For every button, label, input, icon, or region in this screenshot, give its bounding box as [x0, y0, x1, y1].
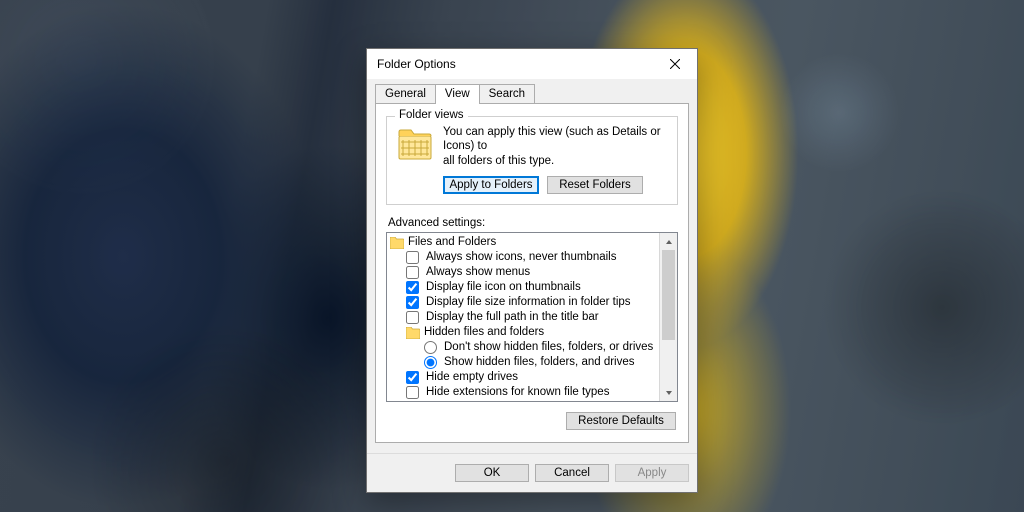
- tab-search[interactable]: Search: [479, 84, 535, 103]
- client-area: General View Search Folder views: [367, 79, 697, 453]
- checkbox[interactable]: [406, 251, 419, 264]
- chevron-down-icon: [665, 389, 673, 397]
- tree-radio-item[interactable]: Show hidden files, folders, and drives: [390, 355, 659, 370]
- tree-item[interactable]: Hide folder merge conflicts: [390, 400, 659, 401]
- tree-item[interactable]: Hide empty drives: [390, 370, 659, 385]
- folder-views-icon: [397, 127, 433, 163]
- advanced-settings-label: Advanced settings:: [388, 217, 676, 229]
- folder-icon: [406, 327, 420, 339]
- checkbox[interactable]: [406, 281, 419, 294]
- checkbox[interactable]: [406, 311, 419, 324]
- radio[interactable]: [424, 341, 437, 354]
- checkbox[interactable]: [406, 386, 419, 399]
- scroll-down-button[interactable]: [660, 384, 677, 401]
- scroll-track[interactable]: [660, 250, 677, 384]
- tree-item[interactable]: Hide extensions for known file types: [390, 385, 659, 400]
- titlebar[interactable]: Folder Options: [367, 49, 697, 79]
- tab-panel-view: Folder views You ca: [375, 103, 689, 443]
- tree-item[interactable]: Display file size information in folder …: [390, 295, 659, 310]
- tree-item[interactable]: Always show icons, never thumbnails: [390, 250, 659, 265]
- reset-folders-button[interactable]: Reset Folders: [547, 176, 643, 194]
- checkbox[interactable]: [406, 296, 419, 309]
- tree-item[interactable]: Always show menus: [390, 265, 659, 280]
- tree-item[interactable]: Display the full path in the title bar: [390, 310, 659, 325]
- tree-root-label: Files and Folders: [408, 235, 496, 250]
- tree-radio-item[interactable]: Don't show hidden files, folders, or dri…: [390, 340, 659, 355]
- cancel-button[interactable]: Cancel: [535, 464, 609, 482]
- apply-to-folders-button[interactable]: Apply to Folders: [443, 176, 539, 194]
- close-button[interactable]: [652, 49, 697, 79]
- ok-button[interactable]: OK: [455, 464, 529, 482]
- tree-item[interactable]: Display file icon on thumbnails: [390, 280, 659, 295]
- dialog-footer: OK Cancel Apply: [367, 453, 697, 492]
- apply-button[interactable]: Apply: [615, 464, 689, 482]
- tree-subgroup[interactable]: Hidden files and folders: [390, 325, 659, 340]
- folder-views-group: Folder views You ca: [386, 116, 678, 205]
- tab-general[interactable]: General: [375, 84, 436, 103]
- checkbox[interactable]: [406, 266, 419, 279]
- folder-views-text-1: You can apply this view (such as Details…: [443, 125, 669, 154]
- radio[interactable]: [424, 356, 437, 369]
- tree-subgroup-label: Hidden files and folders: [424, 325, 544, 340]
- tab-strip: General View Search: [375, 84, 689, 103]
- folder-options-dialog: Folder Options General View Search Folde…: [366, 48, 698, 493]
- tab-view[interactable]: View: [435, 84, 480, 104]
- folder-views-text-2: all folders of this type.: [443, 154, 669, 168]
- scroll-thumb[interactable]: [662, 250, 675, 340]
- checkbox[interactable]: [406, 371, 419, 384]
- window-title: Folder Options: [377, 57, 652, 71]
- scrollbar[interactable]: [659, 233, 677, 401]
- tree-root[interactable]: Files and Folders: [390, 235, 659, 250]
- chevron-up-icon: [665, 238, 673, 246]
- folder-views-legend: Folder views: [395, 109, 468, 121]
- restore-defaults-button[interactable]: Restore Defaults: [566, 412, 676, 430]
- advanced-settings-tree[interactable]: Files and Folders Always show icons, nev…: [387, 233, 659, 401]
- folder-icon: [390, 237, 404, 249]
- advanced-settings-box: Files and Folders Always show icons, nev…: [386, 232, 678, 402]
- scroll-up-button[interactable]: [660, 233, 677, 250]
- close-icon: [670, 59, 680, 69]
